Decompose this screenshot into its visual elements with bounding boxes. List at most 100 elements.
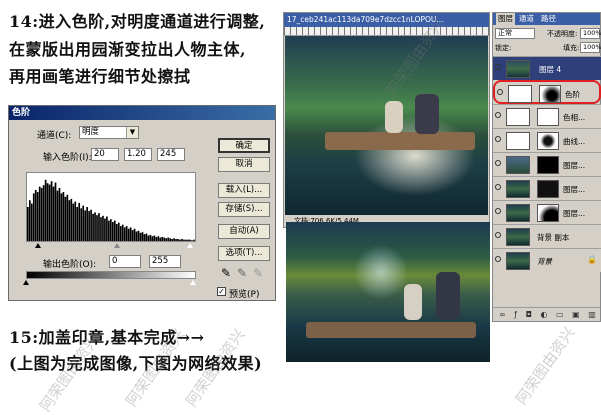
histogram-bar xyxy=(171,238,173,241)
tab-paths[interactable]: 路径 xyxy=(541,13,556,25)
channel-select[interactable]: 明度 ▼ xyxy=(79,126,139,139)
folder-icon[interactable]: ▭ xyxy=(556,310,567,319)
figure-girl xyxy=(385,101,403,133)
histogram-bar xyxy=(145,233,148,241)
input-black-slider[interactable] xyxy=(35,243,41,248)
layer-row[interactable]: 色阶 xyxy=(493,80,601,104)
preview-checkbox[interactable]: ✓ xyxy=(217,287,226,296)
eye-icon[interactable] xyxy=(495,256,501,262)
ok-button[interactable]: 确定 xyxy=(218,138,270,153)
histogram-bar xyxy=(27,207,29,241)
histogram-bar xyxy=(167,237,170,241)
histogram-bar xyxy=(102,215,104,241)
eyedropper-white-icon[interactable]: ✎ xyxy=(253,266,263,280)
layer-row[interactable]: 背景 副本 xyxy=(493,224,601,248)
layer-row[interactable]: 背景 🔒 xyxy=(493,248,601,272)
options-button[interactable]: 选项(T)... xyxy=(218,246,270,261)
layer-row[interactable]: 图层... xyxy=(493,176,601,200)
channel-label: 通道(C): xyxy=(37,131,72,141)
histogram-bar xyxy=(183,239,185,241)
input-white-slider[interactable] xyxy=(187,243,193,248)
histogram-bar xyxy=(106,216,108,241)
layer-row[interactable]: 曲线... xyxy=(493,128,601,152)
histogram-bar xyxy=(155,236,158,241)
load-button[interactable]: 载入(L)... xyxy=(218,183,270,198)
blend-mode-select[interactable]: 正常 xyxy=(495,28,535,39)
histogram-bar xyxy=(135,231,138,241)
layer-row[interactable]: 图层... xyxy=(493,200,601,224)
mask-icon[interactable]: ◘ xyxy=(526,310,535,319)
output-level-white[interactable]: 255 xyxy=(149,255,181,268)
histogram-bar xyxy=(68,200,71,241)
layer-thumbnail xyxy=(506,180,530,198)
eye-icon[interactable] xyxy=(495,136,501,142)
finished-photo xyxy=(285,36,488,216)
histogram-bar xyxy=(113,220,116,241)
new-layer-icon[interactable]: ▣ xyxy=(572,310,583,319)
eyedropper-black-icon[interactable]: ✎ xyxy=(221,266,231,280)
layer-mask-thumbnail xyxy=(537,180,559,198)
output-level-black[interactable]: 0 xyxy=(109,255,141,268)
input-gamma-slider[interactable] xyxy=(114,243,120,248)
histogram-bar xyxy=(94,212,96,241)
levels-dialog: 色阶 通道(C): 明度 ▼ 输入色阶(I): 20 1.20 245 输出色阶… xyxy=(8,105,276,301)
fx-icon[interactable]: ƒ xyxy=(514,310,520,319)
histogram-bar xyxy=(191,240,193,241)
histogram-bar xyxy=(179,239,181,241)
layer-name: 图层... xyxy=(563,209,586,218)
wooden-raft xyxy=(306,322,476,338)
histogram-bar xyxy=(40,187,43,241)
layer-row[interactable]: 图层 4 xyxy=(493,56,601,80)
input-level-gamma[interactable]: 1.20 xyxy=(124,148,152,161)
output-white-slider[interactable] xyxy=(190,280,196,285)
auto-button[interactable]: 自动(A) xyxy=(218,224,270,239)
input-level-white[interactable]: 245 xyxy=(157,148,185,161)
layers-panel-tabs: 图层 通道 路径 xyxy=(493,13,600,25)
eyedropper-gray-icon[interactable]: ✎ xyxy=(237,266,247,280)
histogram-bar xyxy=(82,205,85,241)
eye-icon[interactable] xyxy=(495,160,501,166)
instruction-line-2: 在蒙版出用园渐变拉出人物主体, xyxy=(9,40,247,59)
tab-layers[interactable]: 图层 xyxy=(496,13,515,25)
eye-icon[interactable] xyxy=(495,232,501,238)
chevron-down-icon[interactable]: ▼ xyxy=(126,127,138,138)
layer-mask-thumbnail xyxy=(537,156,559,174)
web-effect-photo xyxy=(286,222,490,362)
layer-thumbnail xyxy=(506,156,530,174)
save-button[interactable]: 存储(S)... xyxy=(218,202,270,217)
eye-icon[interactable] xyxy=(495,208,501,214)
input-levels-label: 输入色阶(I): xyxy=(43,153,92,163)
fill-input[interactable]: 100% xyxy=(580,42,601,53)
layer-name: 曲线... xyxy=(563,137,586,146)
layer-thumbnail xyxy=(506,228,530,246)
histogram-bar xyxy=(78,202,81,241)
histogram-bar xyxy=(147,235,150,241)
layer-mask-thumbnail xyxy=(537,108,559,126)
histogram-bar xyxy=(84,210,86,241)
histogram-bar xyxy=(185,239,187,241)
histogram-bar xyxy=(74,201,77,241)
figure-girl xyxy=(404,284,422,320)
tab-channels[interactable]: 通道 xyxy=(519,13,534,25)
layer-row[interactable]: 图层... xyxy=(493,152,601,176)
figure-boy xyxy=(415,94,439,134)
input-level-black[interactable]: 20 xyxy=(91,148,119,161)
histogram-bar xyxy=(115,224,118,241)
output-levels-label: 输出色阶(O): xyxy=(43,260,97,270)
eye-icon[interactable] xyxy=(495,112,501,118)
layer-row[interactable]: 色相... xyxy=(493,104,601,128)
eye-icon[interactable] xyxy=(497,89,503,95)
opacity-input[interactable]: 100% xyxy=(580,28,601,39)
eye-icon[interactable] xyxy=(495,184,501,190)
trash-icon[interactable]: ▥ xyxy=(588,310,599,319)
output-black-slider[interactable] xyxy=(23,280,29,285)
histogram-bar xyxy=(143,234,146,241)
cancel-button[interactable]: 取消 xyxy=(218,157,270,172)
layer-name: 图层... xyxy=(563,185,586,194)
histogram-bar xyxy=(149,234,152,241)
levels-adjustment-icon xyxy=(508,85,532,103)
eye-icon[interactable] xyxy=(495,64,501,70)
horizontal-ruler xyxy=(284,27,489,36)
link-icon[interactable]: ∞ xyxy=(499,310,509,319)
adjustment-icon[interactable]: ◐ xyxy=(540,310,550,319)
